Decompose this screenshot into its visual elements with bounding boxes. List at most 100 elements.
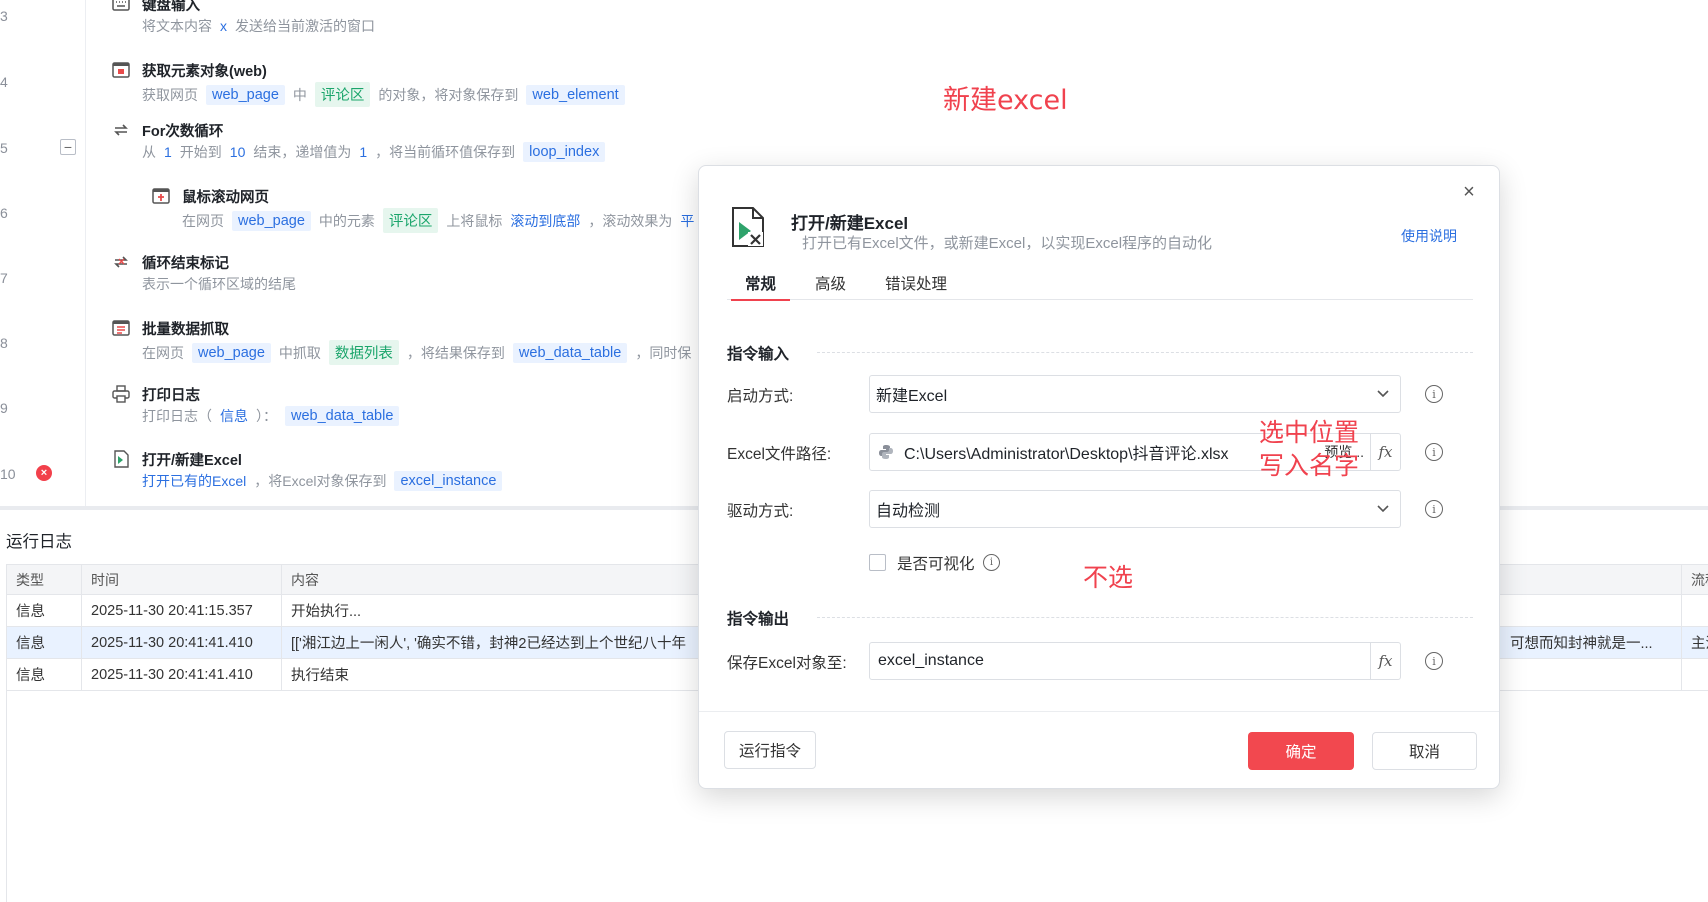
- info-icon[interactable]: i: [1425, 443, 1443, 461]
- collapse-loop-button[interactable]: −: [60, 139, 76, 155]
- line-gutter: 3 4 5 6 7 8 9 10 − ×: [0, 0, 86, 506]
- desc-var: x: [220, 18, 227, 34]
- desc-text: 表示一个循环区域的结尾: [142, 276, 296, 292]
- step-title: 获取元素对象(web): [142, 64, 267, 80]
- line-number: 3: [0, 8, 8, 24]
- desc-text: 从: [142, 144, 156, 160]
- fx-icon[interactable]: fx: [1370, 434, 1400, 470]
- log-flow: [1682, 659, 1708, 690]
- element-tag: 数据列表: [328, 340, 399, 365]
- batch-data-icon: [112, 320, 130, 336]
- file-path-label: Excel文件路径:: [727, 446, 832, 463]
- desc-value: 平: [680, 212, 695, 229]
- annotation-new-excel: 新建excel: [943, 85, 1068, 116]
- loop-end-icon: [114, 256, 128, 268]
- var-tag: web_data_table: [512, 342, 628, 363]
- log-title: 运行日志: [6, 533, 72, 551]
- info-icon[interactable]: i: [1425, 500, 1443, 518]
- step-title: 鼠标滚动网页: [182, 190, 269, 206]
- section-divider: [817, 352, 1473, 353]
- desc-text: 中的元素: [318, 212, 375, 229]
- desc-value: 信息: [220, 408, 248, 424]
- cancel-button[interactable]: 取消: [1372, 732, 1477, 770]
- tab-general[interactable]: 常规: [730, 266, 791, 301]
- log-type: 信息: [7, 627, 82, 658]
- log-content-text: [['湘江边上一闲人', '确实不错，封神2已经达到上个世纪八十年: [291, 636, 686, 652]
- desc-number: 1: [359, 144, 368, 160]
- run-command-button[interactable]: 运行指令: [724, 731, 816, 769]
- step-title: 打开/新建Excel: [142, 453, 242, 469]
- step-title: 批量数据抓取: [142, 322, 229, 338]
- tab-advanced[interactable]: 高级: [815, 266, 846, 300]
- file-path-value: C:\Users\Administrator\Desktop\抖音评论.xlsx: [904, 446, 1229, 463]
- chevron-down-icon: [1366, 491, 1400, 527]
- start-mode-select[interactable]: 新建Excel: [869, 375, 1401, 413]
- desc-text: 的对象，将对象保存到: [378, 86, 519, 103]
- info-icon[interactable]: i: [1425, 652, 1443, 670]
- log-type: 信息: [7, 659, 82, 690]
- element-tag: 评论区: [382, 208, 439, 233]
- step-desc: 从 1 开始到 10 结束，递增值为 1 ，将当前循环值保存到 loop_ind…: [142, 142, 606, 162]
- var-tag: web_page: [192, 342, 271, 363]
- log-empty-area: [6, 690, 7, 902]
- annotation-write-name: 写入名字: [1259, 451, 1360, 480]
- save-to-value: excel_instance: [878, 652, 984, 669]
- log-flow: [1682, 595, 1708, 626]
- log-time: 2025-11-30 20:41:41.410: [82, 627, 282, 658]
- driver-value: 自动检测: [876, 503, 941, 520]
- step-desc: 将文本内容 x 发送给当前激活的窗口: [142, 16, 375, 36]
- tab-error-handling[interactable]: 错误处理: [885, 266, 947, 300]
- printer-icon: [112, 385, 130, 403]
- var-tag: web_data_table: [285, 406, 400, 426]
- desc-text: 在网页: [142, 344, 184, 361]
- start-mode-value: 新建Excel: [876, 388, 948, 405]
- var-tag: excel_instance: [394, 471, 503, 491]
- step-title: 键盘输入: [142, 0, 200, 14]
- desc-number: 1: [164, 144, 172, 160]
- desc-text: 上将鼠标: [446, 212, 503, 229]
- help-link[interactable]: 使用说明: [1401, 226, 1457, 246]
- line-number: 6: [0, 205, 8, 221]
- desc-text: 获取网页: [142, 86, 198, 103]
- confirm-button[interactable]: 确定: [1248, 732, 1354, 770]
- step-desc: 打开已有的Excel ，将Excel对象保存到 excel_instance: [142, 471, 503, 491]
- visible-checkbox[interactable]: [869, 554, 886, 571]
- save-to-label: 保存Excel对象至:: [727, 655, 847, 672]
- driver-label: 驱动方式:: [727, 503, 794, 520]
- var-tag: web_element: [526, 84, 625, 105]
- visible-label: 是否可视化: [897, 556, 975, 573]
- dialog-subtitle: 打开已有Excel文件，或新建Excel，以实现Excel程序的自动化: [802, 235, 1213, 252]
- web-scroll-icon: [152, 188, 170, 204]
- annotation-dont-select: 不选: [1083, 563, 1134, 592]
- keyboard-icon: [112, 0, 130, 11]
- desc-text: ，将当前循环值保存到: [375, 144, 516, 160]
- chevron-down-icon: [1366, 376, 1400, 412]
- info-icon[interactable]: i: [1425, 385, 1443, 403]
- col-type[interactable]: 类型: [7, 565, 82, 594]
- save-to-input[interactable]: excel_instance fx: [869, 642, 1401, 680]
- section-output-title: 指令输出: [727, 611, 790, 628]
- web-element-icon: [112, 62, 130, 78]
- line-number: 7: [0, 270, 8, 286]
- step-desc: 在网页 web_page 中抓取 数据列表 ，将结果保存到 web_data_t…: [142, 340, 691, 365]
- error-icon[interactable]: ×: [36, 465, 52, 481]
- var-tag: web_page: [206, 84, 285, 105]
- close-icon[interactable]: ×: [1457, 180, 1481, 204]
- desc-value: 滚动到底部: [510, 212, 581, 229]
- desc-text: 中抓取: [278, 344, 321, 361]
- desc-text: ，同时保: [635, 344, 692, 361]
- excel-file-icon: [732, 207, 764, 247]
- driver-select[interactable]: 自动检测: [869, 490, 1401, 528]
- desc-text: 打印日志（: [142, 408, 212, 424]
- desc-text: ，将结果保存到: [406, 344, 505, 361]
- col-time[interactable]: 时间: [82, 565, 282, 594]
- log-content-tail: 可想而知封神就是一...: [1510, 636, 1653, 652]
- loop-icon: [114, 124, 128, 136]
- fx-icon[interactable]: fx: [1370, 643, 1400, 679]
- info-icon[interactable]: i: [983, 554, 1000, 571]
- desc-text: 将文本内容: [142, 18, 212, 34]
- step-desc: 打印日志（ 信息 ）： web_data_table: [142, 406, 400, 426]
- annotation-select-location: 选中位置: [1259, 418, 1360, 447]
- col-flow[interactable]: 流程: [1682, 565, 1708, 594]
- python-icon: [870, 444, 896, 460]
